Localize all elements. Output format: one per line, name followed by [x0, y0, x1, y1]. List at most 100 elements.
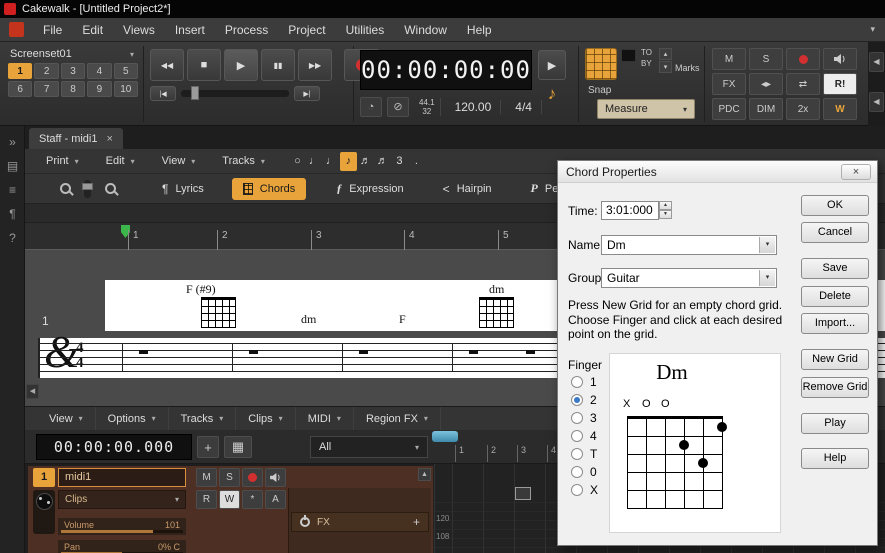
dotted-note-button[interactable]: .: [408, 152, 425, 171]
transport-time-display[interactable]: 00:00:00:00: [360, 50, 532, 90]
chord-symbol-f[interactable]: F: [399, 312, 406, 327]
now-time-display[interactable]: 00:00:00.000: [36, 434, 192, 460]
duplicate-button[interactable]: ▦: [224, 436, 252, 458]
pdc-button[interactable]: PDC: [712, 98, 746, 120]
tv-midi-menu[interactable]: MIDI▾: [296, 407, 354, 430]
string-marker-x[interactable]: X: [623, 398, 630, 410]
delete-button[interactable]: Delete: [801, 286, 869, 307]
position-slider[interactable]: [181, 90, 289, 97]
power-icon[interactable]: [300, 517, 310, 527]
menu-file[interactable]: File: [33, 18, 72, 41]
archive-button[interactable]: A: [265, 490, 286, 509]
cancel-button[interactable]: Cancel: [801, 222, 869, 243]
new-grid-button[interactable]: New Grid: [801, 349, 869, 370]
track-edit-filter-dropdown[interactable]: Clips ▾: [58, 490, 186, 509]
save-button[interactable]: Save: [801, 258, 869, 279]
automation-write-button[interactable]: W: [219, 490, 240, 509]
track-mute-button[interactable]: M: [196, 468, 217, 487]
record-arm-button[interactable]: [786, 48, 820, 70]
expand-dock-icon[interactable]: »: [0, 132, 25, 152]
spin-down-button[interactable]: ▼: [659, 210, 672, 219]
fx-button[interactable]: FX: [712, 73, 746, 95]
menu-window[interactable]: Window: [394, 18, 457, 41]
edit-menu[interactable]: Edit▾: [97, 155, 144, 167]
tv-options-menu[interactable]: Options▾: [96, 407, 169, 430]
chord-grid-diagram[interactable]: [478, 297, 516, 328]
radio-icon[interactable]: [571, 448, 583, 460]
ok-button[interactable]: OK: [801, 195, 869, 216]
time-input[interactable]: 3:01:000: [601, 201, 659, 220]
screenset-button-3[interactable]: 3: [61, 63, 85, 79]
snap-grid-icon[interactable]: [585, 48, 617, 80]
fx-bin[interactable]: FX +: [288, 488, 431, 553]
position-slider-handle[interactable]: [191, 86, 199, 100]
zoom-slider-handle[interactable]: [82, 183, 93, 190]
play-button[interactable]: ▶: [224, 49, 258, 81]
zoom-out-button[interactable]: [98, 178, 122, 200]
screenset-button-5[interactable]: 5: [114, 63, 138, 79]
mute-button[interactable]: M: [712, 48, 746, 70]
finger-option-2[interactable]: 2: [571, 393, 597, 407]
reset-button[interactable]: R!: [823, 73, 857, 95]
track-row-midi1[interactable]: 1 midi1 M S ▲ Clips ▾ R W * A Volume 101: [28, 466, 433, 553]
string-marker-o1[interactable]: O: [642, 398, 651, 410]
track-record-arm-button[interactable]: [242, 468, 263, 487]
eighth-note-button[interactable]: ♪: [340, 152, 357, 171]
marks-up-icon[interactable]: ▴: [659, 48, 672, 60]
screenset-button-9[interactable]: 9: [87, 81, 111, 97]
sample-rate-display[interactable]: 44.1 32: [414, 98, 441, 116]
finger-option-x[interactable]: X: [571, 483, 598, 497]
snap-to-label[interactable]: TO: [641, 48, 652, 57]
tv-regionfx-menu[interactable]: Region FX▾: [354, 407, 441, 430]
help-button[interactable]: Help: [801, 448, 869, 469]
menu-process[interactable]: Process: [215, 18, 278, 41]
module-scroll-left-button-2[interactable]: ◀: [869, 92, 884, 112]
zoom-in-button[interactable]: [53, 178, 77, 200]
tv-tracks-menu[interactable]: Tracks▾: [169, 407, 237, 430]
menu-insert[interactable]: Insert: [165, 18, 215, 41]
chord-symbol-dm2[interactable]: dm: [489, 282, 504, 297]
finger-option-0[interactable]: 0: [571, 465, 597, 479]
add-track-button[interactable]: +: [197, 436, 219, 458]
chevron-down-icon[interactable]: ▾: [759, 237, 775, 253]
pan-slider[interactable]: Pan 0% C: [58, 540, 186, 553]
finger-option-1[interactable]: 1: [571, 375, 597, 389]
dialog-title-bar[interactable]: Chord Properties: [558, 161, 877, 183]
screenset-button-1[interactable]: 1: [8, 63, 32, 79]
2x-button[interactable]: 2x: [786, 98, 820, 120]
add-fx-icon[interactable]: +: [413, 515, 420, 529]
stop-button[interactable]: ■: [187, 49, 221, 81]
triplet-button[interactable]: 3: [391, 152, 408, 171]
track-scroll-up-button[interactable]: ▲: [418, 468, 431, 481]
chevron-down-icon[interactable]: ▾: [759, 270, 775, 286]
view-menu[interactable]: View▾: [153, 155, 205, 167]
radio-icon[interactable]: [571, 376, 583, 388]
name-dropdown[interactable]: Dm ▾: [601, 235, 777, 255]
screenset-button-6[interactable]: 6: [8, 81, 32, 97]
app-menu-icon[interactable]: [9, 22, 24, 37]
tempo-display[interactable]: 120.00: [446, 100, 502, 114]
chords-button[interactable]: Chords: [232, 178, 306, 200]
forward-button[interactable]: ▶▶: [298, 49, 332, 81]
screenset-button-7[interactable]: 7: [34, 81, 58, 97]
edit-panel-icon[interactable]: ¶: [0, 204, 25, 224]
sync-off-icon[interactable]: ⊘: [387, 97, 409, 117]
lyrics-button[interactable]: ¶Lyrics: [151, 178, 215, 200]
print-menu[interactable]: Print▾: [37, 155, 88, 167]
meter-display[interactable]: 4/4: [506, 100, 542, 114]
sixteenth-note-button[interactable]: ♬: [357, 152, 374, 171]
freeze-button[interactable]: *: [242, 490, 263, 509]
now-time-marker[interactable]: [432, 431, 458, 442]
tab-staff-midi1[interactable]: Staff - midi1 ×: [29, 128, 123, 149]
play-chord-button[interactable]: Play: [801, 413, 869, 434]
remove-grid-button[interactable]: Remove Grid: [801, 377, 869, 398]
snap-aux-button[interactable]: [621, 49, 636, 62]
zoom-slider[interactable]: [84, 180, 91, 198]
play-small-button[interactable]: ▶: [538, 50, 566, 80]
swap-button[interactable]: ⇄: [786, 73, 820, 95]
whole-note-button[interactable]: ○: [289, 152, 306, 171]
menu-overflow-icon[interactable]: ▾: [870, 24, 885, 35]
marks-down-icon[interactable]: ▾: [659, 61, 672, 73]
screenset-button-10[interactable]: 10: [114, 81, 138, 97]
half-note-button[interactable]: ♩: [306, 152, 323, 171]
